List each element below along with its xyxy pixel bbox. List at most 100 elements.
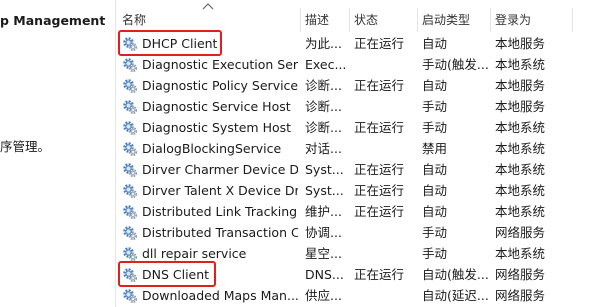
service-rows: DHCP Client 为此... 正在运行 自动 本地服务 Diagnosti…	[118, 30, 600, 306]
gear-icon	[123, 205, 138, 220]
service-name: dll repair service	[142, 246, 247, 261]
service-description: Syst...	[305, 183, 344, 198]
service-description: 诊断...	[305, 120, 342, 135]
service-row[interactable]: Distributed Transaction C... 协调... 手动 网络…	[118, 222, 600, 243]
service-name: DNS Client	[142, 267, 210, 282]
service-log-on-as: 本地系统	[495, 183, 546, 198]
service-startup-type: 自动	[422, 162, 448, 177]
service-status: 正在运行	[354, 267, 405, 282]
service-name-cell[interactable]: Downloaded Maps Man...	[118, 285, 298, 306]
service-startup-type: 禁用	[422, 141, 448, 156]
service-row[interactable]: Diagnostic Service Host 诊断... 手动 本地服务	[118, 96, 600, 117]
service-startup-type: 自动(延迟...	[422, 288, 489, 303]
service-name-cell[interactable]: dll repair service	[118, 243, 298, 264]
service-startup-type: 自动	[422, 36, 448, 51]
service-group-description: 序管理。	[0, 139, 51, 154]
column-header-status[interactable]: 状态	[350, 8, 418, 32]
gear-icon	[123, 247, 138, 262]
service-description: Exec...	[305, 57, 347, 72]
service-name-cell[interactable]: Dirver Talent X Device Dr...	[118, 180, 298, 201]
service-log-on-as: 本地服务	[495, 78, 546, 93]
service-name-cell[interactable]: Distributed Link Tracking...	[118, 201, 298, 222]
service-status: 正在运行	[354, 120, 405, 135]
gear-icon	[123, 163, 138, 178]
service-log-on-as: 本地服务	[495, 36, 546, 51]
service-startup-type: 自动	[422, 183, 448, 198]
service-startup-type: 手动(触发...	[422, 57, 489, 72]
service-row[interactable]: Diagnostic System Host 诊断... 正在运行 手动 本地系…	[118, 117, 600, 138]
service-startup-type: 手动	[422, 225, 448, 240]
services-list[interactable]: 名称 描述 状态 启动类型 登录为 DHCP Client 为此... 正在运行…	[118, 0, 600, 307]
service-status	[350, 96, 416, 117]
service-name-cell[interactable]: Diagnostic Service Host	[118, 96, 298, 117]
service-name: Downloaded Maps Man...	[142, 288, 298, 303]
service-startup-type: 自动	[422, 204, 448, 219]
service-log-on-as: 本地系统	[495, 120, 546, 135]
gear-icon	[123, 121, 138, 136]
gear-icon	[123, 58, 138, 73]
service-name: DHCP Client	[142, 36, 218, 51]
service-row[interactable]: dll repair service 星空... 手动 本地系统	[118, 243, 600, 264]
service-name-cell[interactable]: Diagnostic Policy Service	[118, 75, 298, 96]
service-name: Diagnostic Service Host	[142, 99, 291, 114]
service-log-on-as: 网络服务	[495, 267, 546, 282]
service-row[interactable]: DNS Client DNS... 正在运行 自动(触发... 网络服务	[118, 261, 600, 287]
service-status	[350, 243, 416, 264]
list-header: 名称 描述 状态 启动类型 登录为	[118, 3, 600, 32]
service-name-cell[interactable]: Dirver Charmer Device D...	[118, 159, 298, 180]
service-description: Syst...	[305, 162, 344, 177]
service-status: 正在运行	[354, 183, 405, 198]
service-name-cell[interactable]: Diagnostic System Host	[118, 117, 298, 138]
service-row[interactable]: Diagnostic Policy Service 诊断... 正在运行 自动 …	[118, 75, 600, 96]
service-description: 维护...	[305, 204, 342, 219]
service-log-on-as: 本地系统	[495, 57, 546, 72]
service-name-cell[interactable]: Diagnostic Execution Ser...	[118, 54, 298, 75]
service-description: 为此...	[305, 36, 342, 51]
service-startup-type: 手动	[422, 120, 448, 135]
service-row[interactable]: Distributed Link Tracking... 维护... 正在运行 …	[118, 201, 600, 222]
left-description-pane: p Management 序管理。	[0, 0, 116, 307]
service-status	[350, 222, 416, 243]
gear-icon	[123, 37, 138, 52]
service-description: 诊断...	[305, 78, 342, 93]
service-log-on-as: 本地系统	[495, 204, 546, 219]
column-header-name[interactable]: 名称	[118, 8, 301, 32]
service-description: 星空...	[305, 246, 342, 261]
gear-icon	[123, 100, 138, 115]
service-status: 正在运行	[354, 78, 405, 93]
service-status	[350, 138, 416, 159]
service-log-on-as: 本地系统	[495, 246, 546, 261]
service-name: Diagnostic Policy Service	[142, 78, 298, 93]
gear-icon	[123, 289, 138, 304]
service-log-on-as: 本地系统	[495, 141, 546, 156]
service-log-on-as: 网络服务	[495, 225, 546, 240]
service-startup-type: 手动	[422, 246, 448, 261]
service-description: 协调...	[305, 225, 342, 240]
service-startup-type: 手动	[422, 99, 448, 114]
gear-icon	[123, 268, 138, 283]
service-status: 正在运行	[354, 36, 405, 51]
service-name-cell[interactable]: DHCP Client	[118, 33, 298, 54]
service-row[interactable]: DHCP Client 为此... 正在运行 自动 本地服务	[118, 30, 600, 56]
service-description: DNS...	[305, 267, 344, 282]
service-row[interactable]: DialogBlockingService 对话... 禁用 本地系统	[118, 138, 600, 159]
column-header-startup-type[interactable]: 启动类型	[418, 8, 491, 32]
service-description: 供应...	[305, 288, 342, 303]
service-name: Diagnostic Execution Ser...	[142, 57, 298, 72]
service-name: DialogBlockingService	[142, 141, 282, 156]
service-name-cell[interactable]: Distributed Transaction C...	[118, 222, 298, 243]
column-header-description[interactable]: 描述	[301, 8, 350, 32]
service-log-on-as: 本地服务	[495, 99, 546, 114]
service-row[interactable]: Dirver Talent X Device Dr... Syst... 正在运…	[118, 180, 600, 201]
service-log-on-as: 本地系统	[495, 162, 546, 177]
service-name-cell[interactable]: DNS Client	[118, 264, 298, 285]
service-startup-type: 自动	[422, 78, 448, 93]
service-row[interactable]: Downloaded Maps Man... 供应... 自动(延迟... 网络…	[118, 285, 600, 306]
gear-icon	[123, 79, 138, 94]
service-name: Distributed Link Tracking...	[142, 204, 298, 219]
service-name-cell[interactable]: DialogBlockingService	[118, 138, 298, 159]
service-row[interactable]: Diagnostic Execution Ser... Exec... 手动(触…	[118, 54, 600, 75]
service-name: Distributed Transaction C...	[142, 225, 298, 240]
service-row[interactable]: Dirver Charmer Device D... Syst... 正在运行 …	[118, 159, 600, 180]
column-header-log-on-as[interactable]: 登录为	[491, 8, 573, 32]
